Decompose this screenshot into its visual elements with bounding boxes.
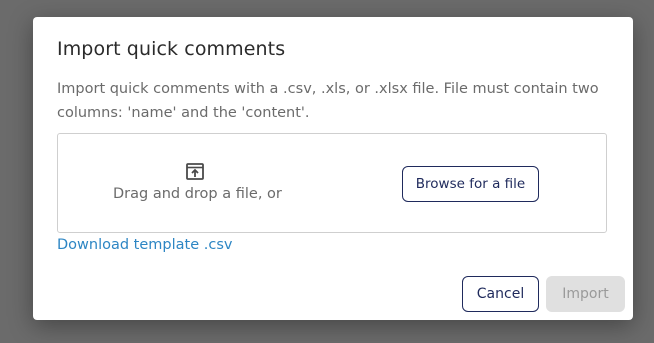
dialog-title: Import quick comments	[57, 38, 286, 60]
download-template-link[interactable]: Download template .csv	[57, 237, 232, 253]
file-dropzone[interactable]: Drag and drop a file, or Browse for a fi…	[57, 133, 607, 233]
browse-file-button[interactable]: Browse for a file	[402, 166, 539, 202]
dropzone-text: Drag and drop a file, or	[113, 186, 282, 202]
import-dialog: Import quick comments Import quick comme…	[33, 17, 633, 320]
cancel-button[interactable]: Cancel	[462, 276, 539, 312]
import-button[interactable]: Import	[546, 276, 625, 312]
dialog-description: Import quick comments with a .csv, .xls,…	[57, 81, 599, 121]
upload-file-icon	[186, 163, 204, 180]
